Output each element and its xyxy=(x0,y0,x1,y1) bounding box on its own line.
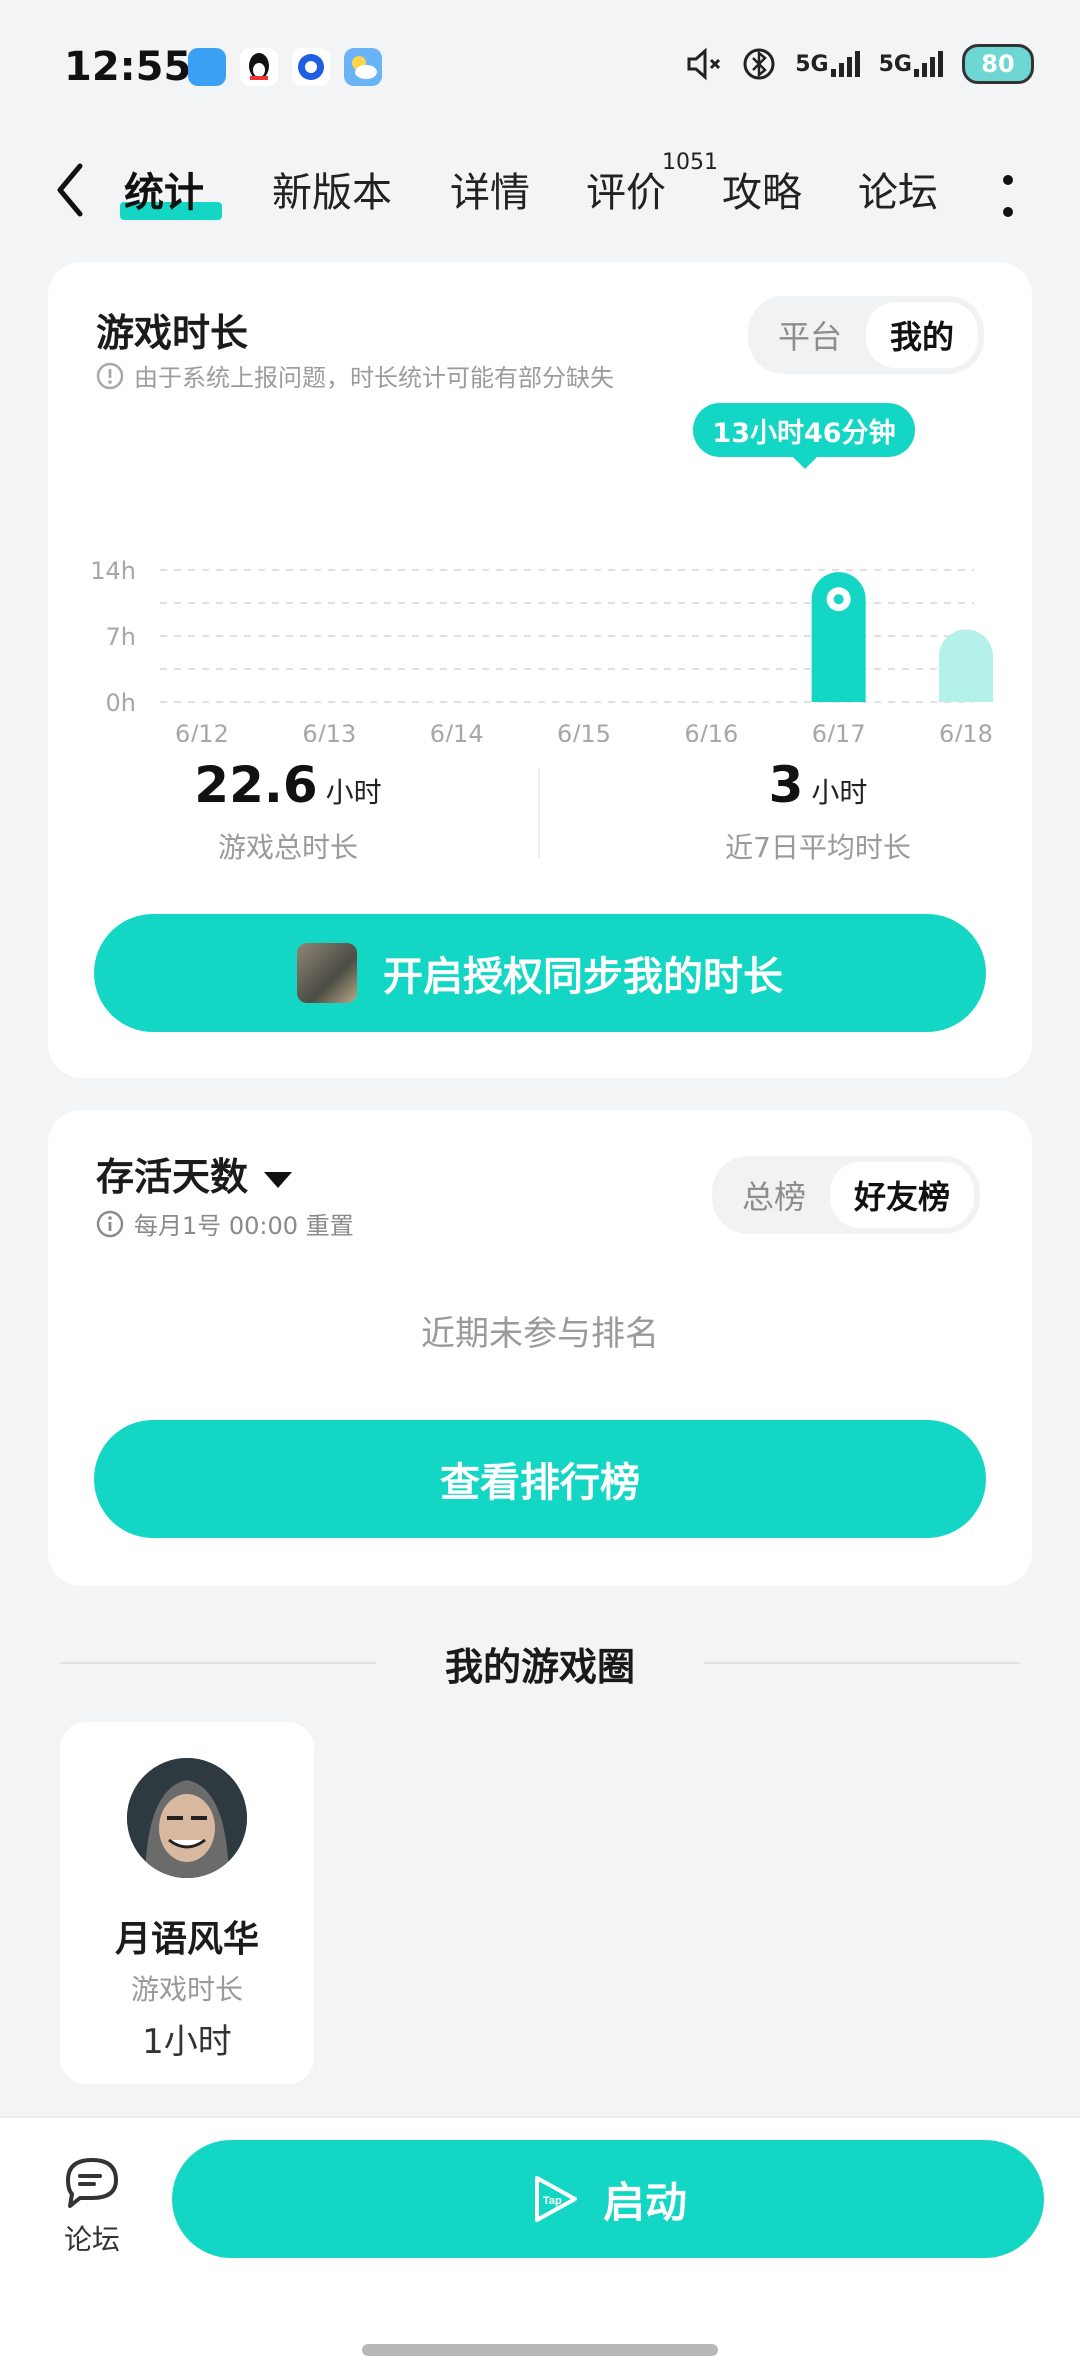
forum-chat-icon xyxy=(66,2158,118,2208)
weather-app-icon xyxy=(344,48,382,86)
avg-playtime-unit: 小时 xyxy=(811,776,868,809)
section-divider-right xyxy=(704,1662,1020,1664)
launch-button[interactable]: Tap 启动 xyxy=(172,2140,1044,2258)
avg-playtime-stat: 3 小时 近7日平均时长 xyxy=(658,756,978,866)
survival-note: 每月1号 00:00 重置 xyxy=(96,1206,354,1241)
battery-level: 80 xyxy=(981,50,1015,78)
x-tick-label: 6/15 xyxy=(557,720,611,742)
chart-tooltip-text: 13小时46分钟 xyxy=(712,417,896,449)
home-indicator[interactable] xyxy=(362,2344,718,2356)
tab-stats[interactable]: 统计 xyxy=(124,160,204,218)
chart-tooltip: 13小时46分钟 xyxy=(693,403,915,469)
avatar xyxy=(127,1758,247,1878)
signal-label-1: 5G xyxy=(795,51,829,77)
status-time: 12:55 xyxy=(64,44,192,90)
y-tick-label: 0h xyxy=(106,689,136,717)
tab-new-version[interactable]: 新版本 xyxy=(272,160,392,218)
signal-icon-1: 5G xyxy=(795,44,862,84)
review-count-badge: 1051 xyxy=(662,150,718,175)
segment-friends[interactable]: 好友榜 xyxy=(830,1162,975,1228)
survival-title-dropdown[interactable]: 存活天数 xyxy=(96,1146,293,1201)
dropdown-triangle-icon xyxy=(264,1171,293,1188)
x-tick-label: 6/17 xyxy=(812,720,866,742)
x-tick-label: 6/18 xyxy=(939,720,993,742)
avg-playtime-label: 近7日平均时长 xyxy=(725,831,911,864)
tab-bar: 统计 新版本 详情 评价 1051 攻略 论坛 xyxy=(0,150,1080,240)
forum-label: 论坛 xyxy=(63,2223,120,2256)
taptap-icon: Tap xyxy=(534,2176,577,2222)
launch-label: 启动 xyxy=(602,2177,687,2227)
more-vertical-icon[interactable] xyxy=(1000,172,1016,222)
playtime-card: 游戏时长 由于系统上报问题，时长统计可能有部分缺失 平台 我的 0h 7h 14h 6… xyxy=(48,262,1032,1078)
survival-title: 存活天数 xyxy=(96,1155,249,1199)
segment-platform[interactable]: 平台 xyxy=(754,302,866,368)
friend-playtime-label: 游戏时长 xyxy=(130,1973,243,2006)
total-playtime-stat: 22.6 小时 游戏总时长 xyxy=(138,756,438,866)
message-app-icon xyxy=(292,48,330,86)
segment-overall[interactable]: 总榜 xyxy=(718,1162,830,1228)
mute-icon xyxy=(683,44,723,84)
tab-reviews[interactable]: 评价 xyxy=(586,160,666,218)
survival-note-text: 每月1号 00:00 重置 xyxy=(134,1212,354,1240)
back-icon[interactable] xyxy=(50,160,90,220)
y-tick-label: 14h xyxy=(90,557,136,585)
x-tick-label: 6/16 xyxy=(684,720,738,742)
segment-mine[interactable]: 我的 xyxy=(866,302,979,368)
robot-app-icon xyxy=(188,48,226,86)
svg-text:Tap: Tap xyxy=(543,2195,562,2207)
game-thumbnail xyxy=(297,943,357,1003)
bluetooth-icon xyxy=(739,44,779,84)
tab-guides[interactable]: 攻略 xyxy=(722,160,802,218)
sync-playtime-label: 开启授权同步我的时长 xyxy=(383,954,783,1000)
bottom-action-bar: 论坛 Tap 启动 xyxy=(0,2116,1080,2377)
playtime-title: 游戏时长 xyxy=(96,311,249,355)
qq-penguin-icon xyxy=(240,48,278,86)
avg-playtime-value: 3 xyxy=(768,756,804,814)
total-playtime-label: 游戏总时长 xyxy=(217,831,358,864)
view-leaderboard-label: 查看排行榜 xyxy=(440,1460,640,1506)
signal-label-2: 5G xyxy=(878,51,912,77)
friend-playtime-value: 1小时 xyxy=(142,2022,232,2062)
survival-card: 存活天数 每月1号 00:00 重置 总榜 好友榜 近期未参与排名 查看排行榜 xyxy=(48,1110,1032,1586)
view-leaderboard-button[interactable]: 查看排行榜 xyxy=(94,1420,986,1538)
system-icons: 5G 5G 80 xyxy=(683,44,1034,84)
battery-icon: 80 xyxy=(962,44,1034,84)
signal-icon-2: 5G xyxy=(879,44,946,84)
survival-empty-text: 近期未参与排名 xyxy=(421,1314,659,1354)
x-tick-label: 6/12 xyxy=(175,720,229,742)
tab-forum[interactable]: 论坛 xyxy=(858,160,938,218)
sync-playtime-button[interactable]: 开启授权同步我的时长 xyxy=(94,914,986,1032)
y-tick-label: 7h xyxy=(106,623,136,651)
notification-icons xyxy=(188,48,382,86)
friend-card[interactable]: 月语风华 游戏时长 1小时 xyxy=(60,1722,314,2084)
info-icon xyxy=(96,1210,124,1237)
playtime-segment: 平台 我的 xyxy=(748,296,985,374)
total-playtime-unit: 小时 xyxy=(325,776,382,809)
x-tick-label: 6/14 xyxy=(430,720,484,742)
total-playtime-value: 22.6 xyxy=(194,756,318,814)
x-tick-label: 6/13 xyxy=(302,720,356,742)
chart-bar[interactable] xyxy=(939,629,993,702)
friend-name: 月语风华 xyxy=(114,1919,259,1960)
tab-details[interactable]: 详情 xyxy=(450,160,530,218)
survival-segment: 总榜 好友榜 xyxy=(712,1156,981,1234)
stat-divider xyxy=(538,768,540,858)
status-bar: 12:55 5G 5G 80 xyxy=(0,0,1080,140)
selected-bar-dot-center xyxy=(833,594,844,605)
